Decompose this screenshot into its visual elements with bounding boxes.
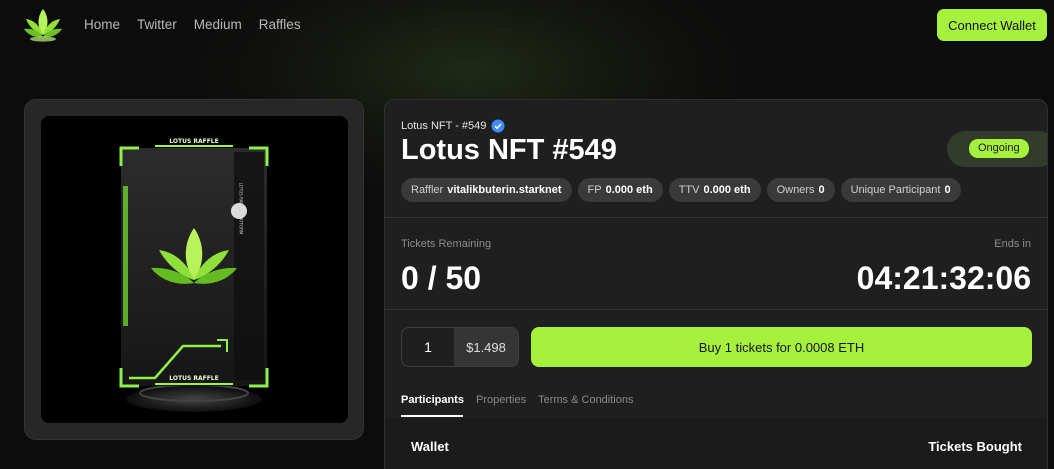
nft-title: Lotus NFT #549	[401, 134, 617, 166]
column-header-tickets-bought: Tickets Bought	[928, 439, 1022, 454]
nft-image: LOTUS RAFFLE LOTUS RAFFLE LOTUS RAFFLE P…	[41, 116, 348, 423]
verified-badge-icon	[491, 119, 505, 133]
nav-twitter-link[interactable]: Twitter	[137, 17, 177, 32]
artwork-bottom-text: LOTUS RAFFLE	[169, 375, 219, 382]
top-navbar: Home Twitter Medium Raffles Connect Wall…	[0, 0, 1054, 50]
tab-properties[interactable]: Properties	[476, 394, 526, 406]
ends-in-label: Ends in	[994, 238, 1031, 250]
nft-image-card: LOTUS RAFFLE LOTUS RAFFLE LOTUS RAFFLE P…	[24, 99, 364, 440]
chip-value: 0	[818, 184, 825, 196]
ticket-quantity-control: 1 $1.498	[401, 327, 519, 367]
main-nav: Home Twitter Medium Raffles	[84, 17, 301, 32]
section-divider	[385, 309, 1047, 310]
collection-name[interactable]: Lotus NFT - #549	[401, 119, 505, 133]
raffle-detail-panel: Lotus NFT - #549 Lotus NFT #549 Ongoing …	[384, 99, 1048, 469]
detail-tabs: Participants Properties Terms & Conditio…	[401, 394, 633, 406]
tab-participants[interactable]: Participants	[401, 394, 464, 406]
nav-home-link[interactable]: Home	[84, 17, 120, 32]
chip-floor-price: FP 0.000 eth	[577, 178, 663, 202]
raffle-info-chips: Raffler vitalikbuterin.starknet FP 0.000…	[401, 178, 961, 202]
chip-value: 0.000 eth	[605, 184, 653, 196]
nav-medium-link[interactable]: Medium	[194, 17, 242, 32]
ticket-quantity-input[interactable]: 1	[402, 328, 454, 366]
tab-terms-conditions[interactable]: Terms & Conditions	[538, 394, 633, 406]
ticket-price-display: $1.498	[454, 328, 518, 366]
lotus-logo-icon[interactable]	[22, 6, 64, 44]
status-badge-container: Ongoing	[947, 131, 1047, 167]
active-tab-indicator	[401, 415, 463, 417]
chip-ttv: TTV 0.000 eth	[668, 178, 761, 202]
chip-label: Raffler	[411, 184, 444, 196]
chip-owners: Owners 0	[766, 178, 835, 202]
chip-unique-participants: Unique Participant 0	[840, 178, 961, 202]
section-divider	[385, 217, 1047, 218]
nav-raffles-link[interactable]: Raffles	[259, 17, 301, 32]
tickets-remaining-label: Tickets Remaining	[401, 238, 492, 250]
chip-label: Unique Participant	[850, 184, 941, 196]
chip-label: FP	[587, 184, 602, 196]
status-badge: Ongoing	[969, 139, 1029, 158]
artwork-top-text: LOTUS RAFFLE	[169, 138, 219, 145]
column-header-wallet: Wallet	[411, 439, 449, 454]
participants-table-header: Wallet Tickets Bought	[385, 418, 1047, 469]
artwork-side-text: LOTUS RAFFLE PLATFORM	[238, 182, 244, 235]
countdown-timer: 04:21:32:06	[856, 260, 1031, 296]
collection-label: Lotus NFT - #549	[401, 120, 487, 132]
tickets-remaining-value: 0 / 50	[401, 260, 482, 296]
connect-wallet-button[interactable]: Connect Wallet	[937, 9, 1047, 41]
chip-label: TTV	[678, 184, 700, 196]
chip-value: 0	[944, 184, 951, 196]
chip-value: 0.000 eth	[703, 184, 751, 196]
chip-label: Owners	[776, 184, 815, 196]
chip-value: vitalikbuterin.starknet	[447, 184, 562, 196]
buy-tickets-button[interactable]: Buy 1 tickets for 0.0008 ETH	[531, 327, 1032, 367]
chip-raffler: Raffler vitalikbuterin.starknet	[401, 178, 572, 202]
